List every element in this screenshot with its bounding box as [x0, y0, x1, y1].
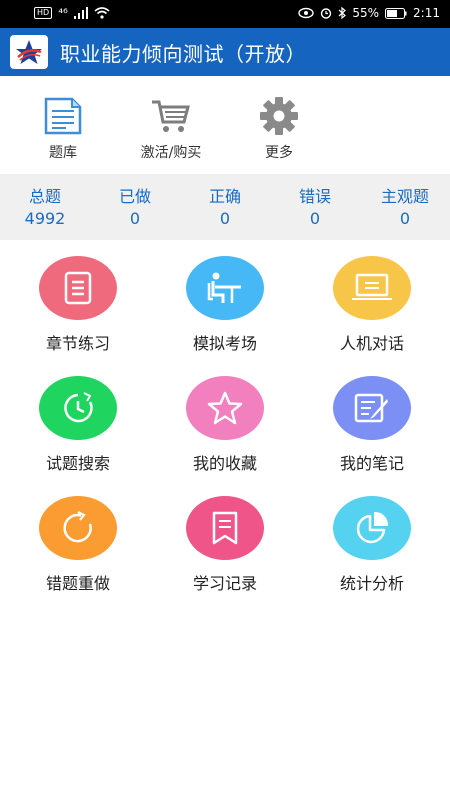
- stats-bar: 总题 4992 已做 0 正确 0 错误 0 主观题 0: [0, 174, 450, 240]
- laptop-icon: [352, 273, 392, 300]
- star-logo-icon: [16, 40, 42, 64]
- study-record-label: 学习记录: [192, 574, 257, 593]
- chapter-practice-label: 章节练习: [45, 334, 110, 353]
- eye-icon: [298, 7, 315, 19]
- app-logo: [10, 35, 48, 69]
- study-record-circle: [186, 496, 264, 560]
- stat-correct: 正确 0: [180, 174, 270, 240]
- network-type: ⁴⁶: [58, 6, 68, 20]
- pie-chart-icon: [356, 511, 389, 544]
- stat-correct-value: 0: [219, 209, 231, 228]
- man-machine-dialog-circle: [333, 256, 411, 320]
- man-machine-dialog-button[interactable]: 人机对话: [297, 256, 447, 354]
- my-favorites-button[interactable]: 我的收藏: [150, 376, 300, 474]
- my-favorites-label: 我的收藏: [192, 454, 257, 473]
- note-icon: [354, 393, 388, 423]
- bluetooth-icon: [338, 7, 347, 19]
- app-bar: 职业能力倾向测试（开放）: [0, 28, 450, 76]
- mock-exam-button[interactable]: 模拟考场: [150, 256, 300, 354]
- activate-purchase-button[interactable]: 激活/购买: [116, 96, 226, 162]
- statistics-analysis-label: 统计分析: [339, 574, 404, 593]
- stat-wrong-label: 错误: [298, 187, 331, 206]
- man-machine-dialog-label: 人机对话: [339, 334, 404, 353]
- battery-percent: 55%: [352, 6, 380, 20]
- wifi-icon: [94, 7, 110, 19]
- stat-total: 总题 4992: [0, 174, 90, 240]
- stat-correct-label: 正确: [208, 187, 241, 206]
- my-favorites-circle: [186, 376, 264, 440]
- stat-subjective-label: 主观题: [380, 187, 429, 206]
- chapter-practice-circle: [39, 256, 117, 320]
- chapter-practice-button[interactable]: 章节练习: [3, 256, 153, 354]
- page-title: 职业能力倾向测试（开放）: [60, 41, 306, 66]
- mock-exam-label: 模拟考场: [192, 334, 257, 353]
- stat-total-value: 4992: [24, 209, 66, 228]
- my-notes-circle: [333, 376, 411, 440]
- stat-done-label: 已做: [118, 187, 151, 206]
- question-search-button[interactable]: 试题搜索: [3, 376, 153, 474]
- cart-icon: [152, 100, 190, 132]
- wrong-redo-circle: [39, 496, 117, 560]
- stat-subjective: 主观题 0: [360, 174, 450, 240]
- alarm-icon: [321, 8, 332, 19]
- notebook-icon: [64, 271, 92, 305]
- question-bank-label: 题库: [49, 145, 77, 161]
- stat-wrong-value: 0: [309, 209, 321, 228]
- statistics-analysis-circle: [333, 496, 411, 560]
- gear-icon: [260, 97, 298, 135]
- stat-subjective-value: 0: [399, 209, 411, 228]
- question-bank-button[interactable]: 题库: [8, 96, 118, 162]
- mock-exam-circle: [186, 256, 264, 320]
- more-label: 更多: [265, 145, 293, 161]
- status-bar: HD ⁴⁶ 55% 2:11: [0, 0, 450, 28]
- study-record-button[interactable]: 学习记录: [150, 496, 300, 594]
- quick-actions: 题库 激活/购买 更多: [0, 76, 450, 174]
- clock-icon: [64, 392, 93, 423]
- stat-total-label: 总题: [28, 187, 61, 206]
- hd-icon: HD: [34, 7, 53, 19]
- stat-wrong: 错误 0: [270, 174, 360, 240]
- question-search-label: 试题搜索: [45, 454, 110, 473]
- refresh-icon: [63, 511, 92, 543]
- stat-done: 已做 0: [90, 174, 180, 240]
- desk-icon: [207, 272, 241, 303]
- star-icon: [207, 391, 243, 425]
- more-button[interactable]: 更多: [224, 96, 334, 162]
- my-notes-label: 我的笔记: [339, 454, 404, 473]
- wrong-redo-button[interactable]: 错题重做: [3, 496, 153, 594]
- wrong-redo-label: 错题重做: [45, 574, 110, 593]
- my-notes-button[interactable]: 我的笔记: [297, 376, 447, 474]
- activate-purchase-label: 激活/购买: [140, 145, 202, 161]
- document-icon: [44, 97, 82, 135]
- question-search-circle: [39, 376, 117, 440]
- statistics-analysis-button[interactable]: 统计分析: [297, 496, 447, 594]
- clock-time: 2:11: [413, 6, 440, 20]
- battery-icon: [385, 7, 407, 19]
- bookmark-icon: [212, 511, 238, 545]
- stat-done-value: 0: [129, 209, 141, 228]
- signal-icon: [73, 7, 88, 19]
